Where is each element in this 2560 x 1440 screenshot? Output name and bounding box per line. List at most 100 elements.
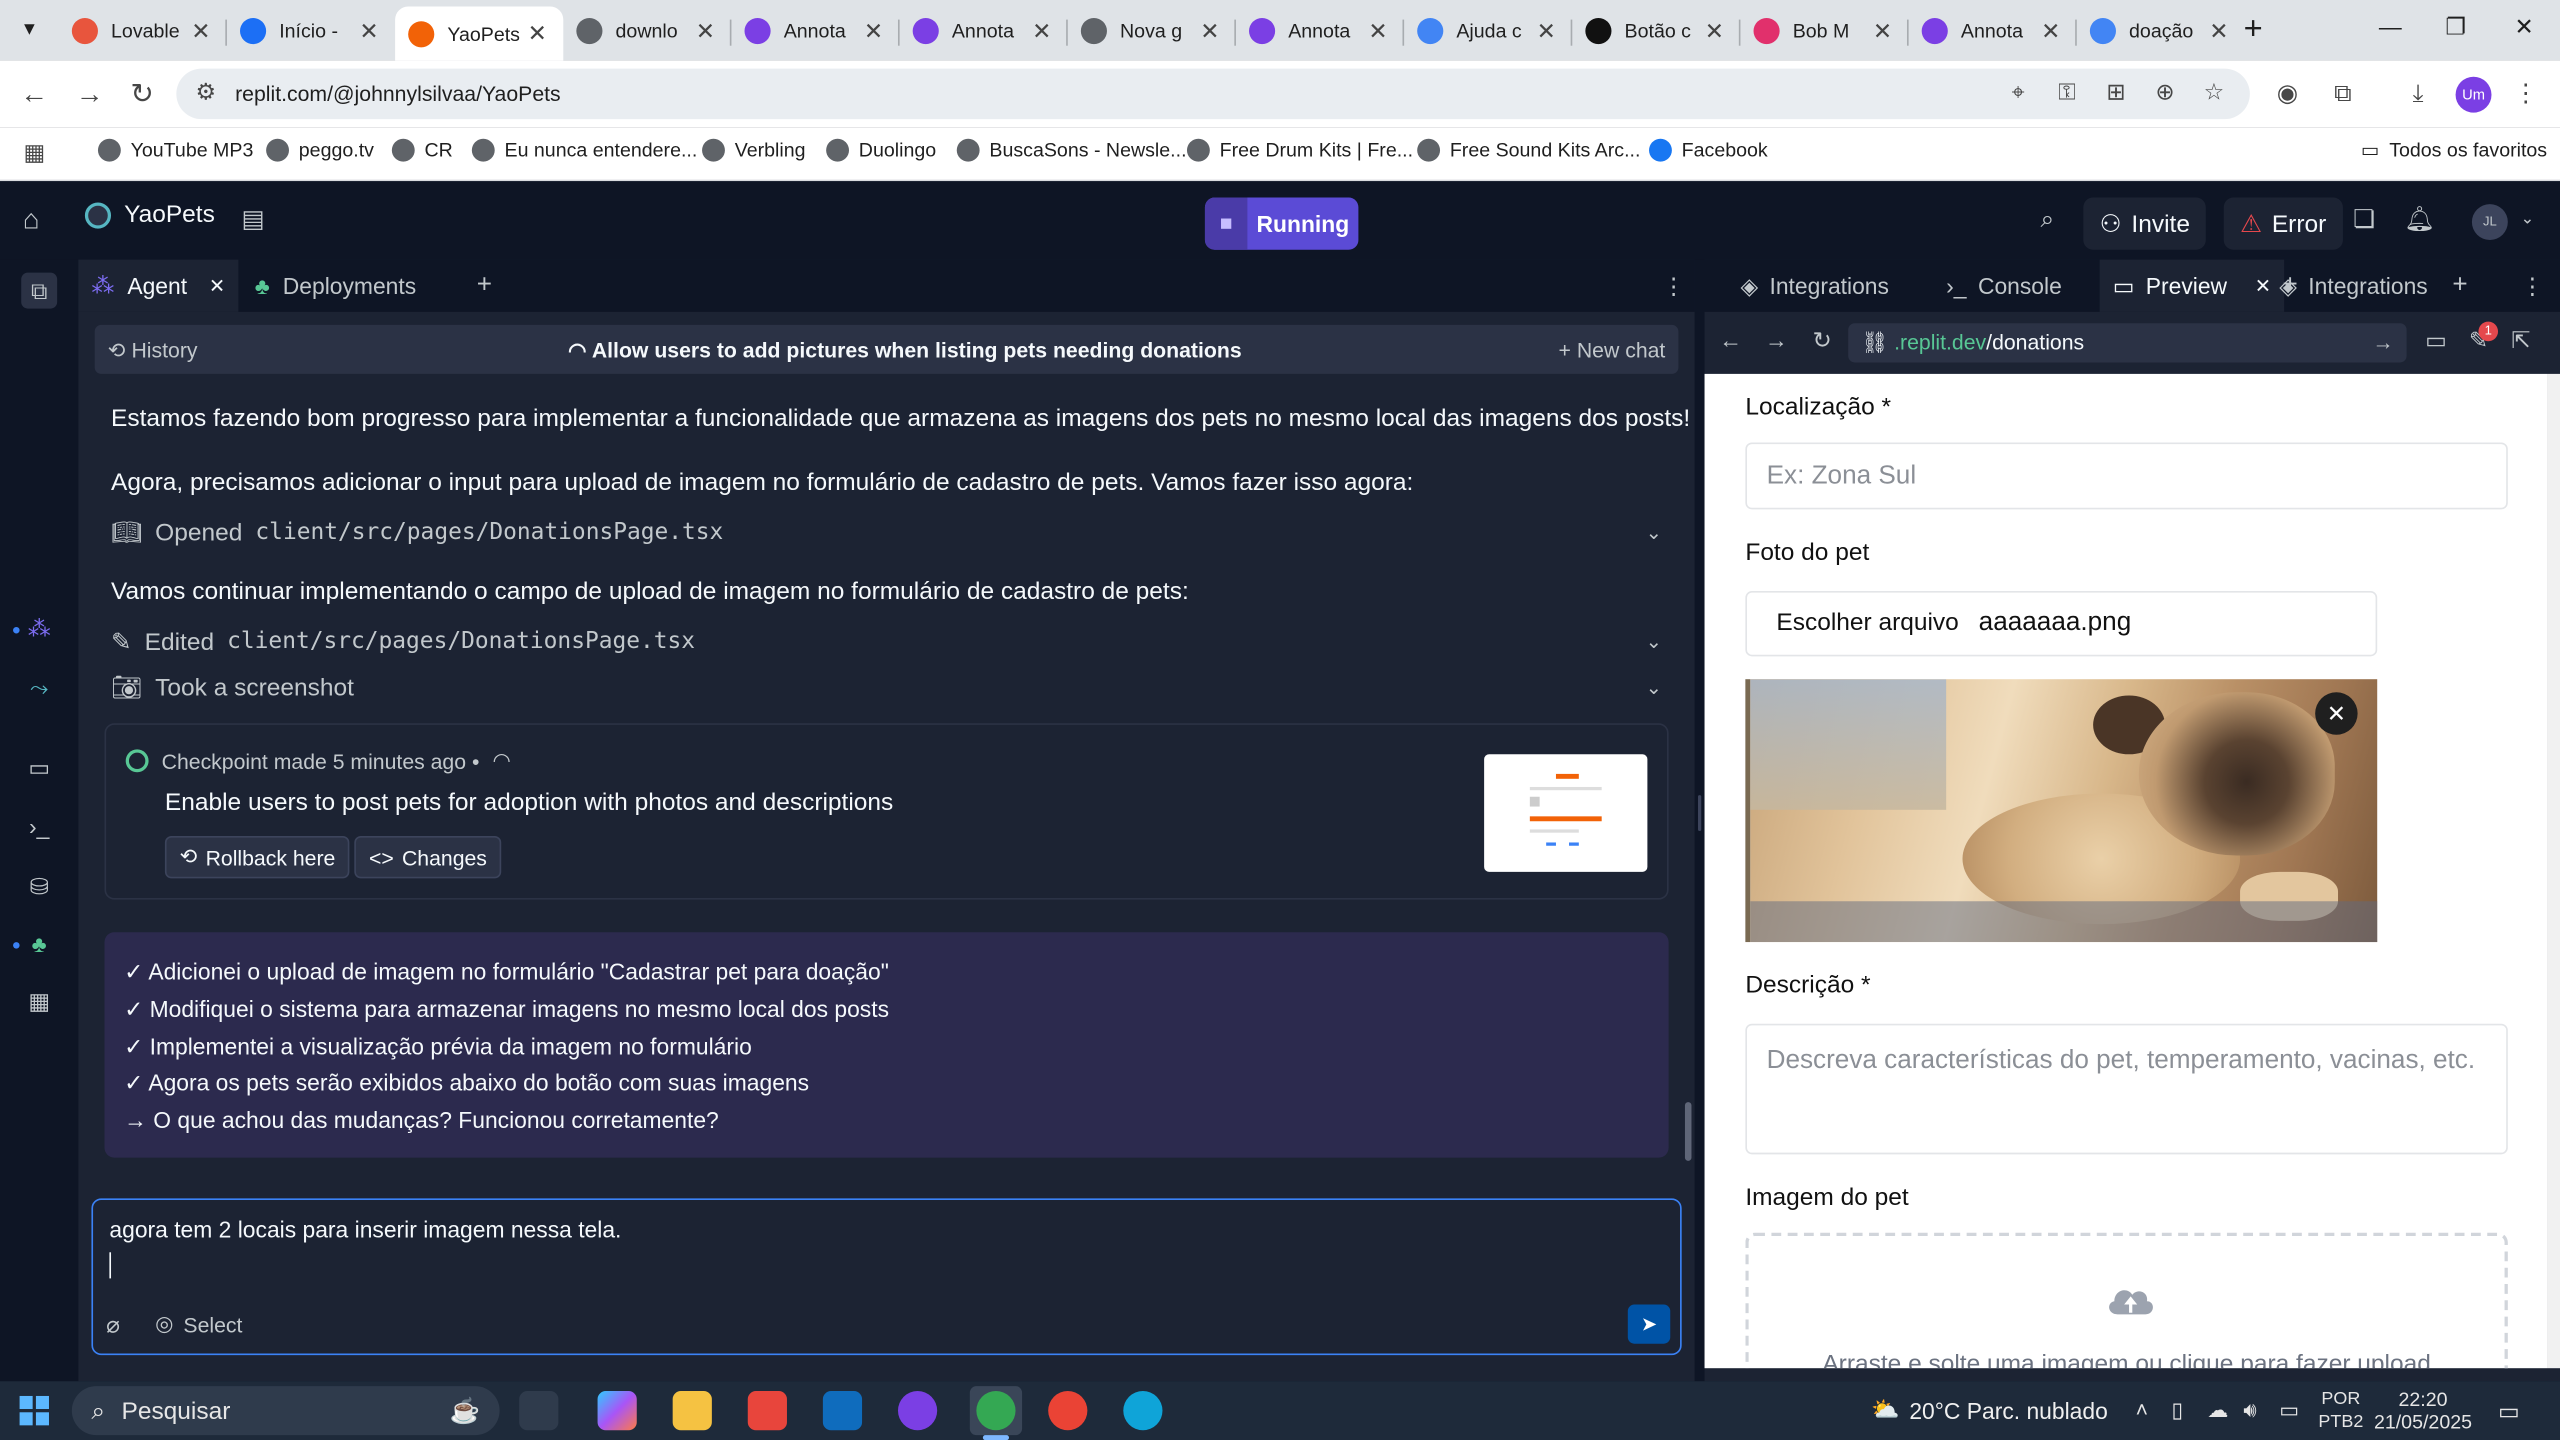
account-chevron-icon[interactable]: ⌄	[2508, 201, 2547, 240]
checkpoint-screenshot-thumbnail[interactable]	[1484, 754, 1648, 872]
extension-color-icon[interactable]: ◉	[2269, 77, 2305, 113]
error-button[interactable]: ⚠ Error	[2223, 197, 2343, 250]
close-tab-icon[interactable]: ✕	[1701, 17, 1727, 45]
tab-preview[interactable]: ▭ Preview ✕	[2099, 259, 2285, 312]
browser-tab[interactable]: Botão c ✕	[1572, 8, 1740, 54]
forward-icon[interactable]: →	[1760, 327, 1793, 353]
location-input[interactable]: Ex: Zona Sul	[1745, 442, 2508, 510]
browser-tab[interactable]: Nova g ✕	[1068, 8, 1236, 54]
invite-button[interactable]: ⚇ Invite	[2083, 197, 2207, 250]
bookmark-item[interactable]: Facebook	[1649, 138, 1768, 162]
chevron-down-icon[interactable]: ⌄	[1646, 630, 1662, 653]
search-icon[interactable]: ⌕	[2028, 201, 2067, 240]
downloads-icon[interactable]: ⤓	[2400, 77, 2436, 113]
bookmark-item[interactable]: Verbling	[702, 138, 806, 162]
run-status-button[interactable]: ■ Running	[1204, 197, 1359, 250]
chat-input[interactable]: agora tem 2 locais para inserir imagem n…	[109, 1216, 621, 1242]
attach-paperclip-icon[interactable]: ⌀	[106, 1311, 120, 1339]
history-button[interactable]: ⟲ History	[108, 338, 198, 364]
chrome-icon[interactable]	[976, 1391, 1016, 1431]
browser-tab[interactable]: Início - ✕	[227, 8, 395, 54]
preview-url-field[interactable]: ⛓ .replit.dev/donations →	[1848, 323, 2407, 363]
notifications-icon[interactable]: ▭	[2498, 1398, 2520, 1426]
bookmark-item[interactable]: CR	[391, 138, 453, 162]
close-tab-icon[interactable]: ✕	[2038, 17, 2064, 45]
changes-button[interactable]: <> Changes	[354, 835, 502, 879]
tab-integrations-2[interactable]: ◈ Integrations	[2266, 260, 2441, 312]
password-key-icon[interactable]: ⚿	[2051, 78, 2084, 106]
add-tab-icon[interactable]: +	[464, 260, 505, 312]
chevron-down-icon[interactable]: ⌄	[1646, 521, 1662, 544]
tab-agent[interactable]: ⁂ Agent ✕	[78, 259, 239, 312]
reload-icon[interactable]: ↻	[124, 77, 160, 113]
photo-file-input[interactable]: Escolher arquivo aaaaaaa.png	[1745, 591, 2378, 657]
opened-file-row[interactable]: 📖︎ Opened client/src/pages/DonationsPage…	[111, 514, 1662, 550]
browser-tab[interactable]: Annota ✕	[731, 8, 899, 54]
reload-icon[interactable]: ↻	[1806, 327, 1839, 355]
zoom-icon[interactable]: ⊕	[2149, 78, 2182, 106]
notifications-bell-icon[interactable]: 🔔︎	[2400, 201, 2439, 240]
extensions-puzzle-icon[interactable]: ⧉	[2325, 77, 2361, 113]
close-tab-icon[interactable]: ✕	[356, 17, 382, 45]
bookmark-star-icon[interactable]: ☆	[2198, 78, 2231, 106]
new-chat-button[interactable]: + New chat	[1559, 338, 1666, 362]
close-tab-icon[interactable]: ✕	[1533, 17, 1559, 45]
image-dropzone[interactable]: Arraste e solte uma imagem ou clique par…	[1745, 1232, 2508, 1369]
file-tree-icon[interactable]: ▤	[233, 201, 272, 240]
windows-start-icon[interactable]	[19, 1395, 49, 1426]
choose-file-button[interactable]: Escolher arquivo	[1776, 609, 1958, 637]
browser-tab[interactable]: Annota ✕	[1236, 8, 1404, 54]
preview-scrollbar[interactable]	[2547, 373, 2560, 1369]
chat-composer[interactable]: agora tem 2 locais para inserir imagem n…	[91, 1198, 1682, 1356]
taskbar-search[interactable]: ⌕ Pesquisar ☕	[71, 1386, 500, 1436]
browser-tab[interactable]: Lovable ✕	[59, 8, 227, 54]
back-icon[interactable]: ←	[16, 77, 52, 113]
home-icon[interactable]: ⌂	[23, 204, 40, 237]
system-clock[interactable]: 22:20 21/05/2025	[2374, 1388, 2472, 1434]
all-tools-icon[interactable]: ▦	[21, 983, 57, 1019]
close-tab-icon[interactable]: ✕	[2206, 17, 2232, 45]
close-window-icon[interactable]: ✕	[2508, 13, 2541, 41]
edited-file-row[interactable]: ✎ Edited client/src/pages/DonationsPage.…	[111, 624, 1662, 660]
close-tab-icon[interactable]: ✕	[1365, 17, 1391, 45]
console-icon[interactable]: ›_	[21, 808, 57, 844]
device-icon[interactable]: ▭	[2420, 327, 2453, 355]
pane-menu-icon[interactable]: ⋮	[1649, 260, 1698, 312]
preview-icon[interactable]: ▭	[21, 749, 57, 785]
user-avatar[interactable]: JL	[2471, 204, 2508, 241]
outlook-icon[interactable]	[822, 1391, 863, 1431]
browser-menu-icon[interactable]: ⋮	[2508, 77, 2544, 113]
all-bookmarks-folder[interactable]: ▭ Todos os favoritos	[2361, 139, 2547, 162]
select-element-button[interactable]: ◎ Select	[155, 1311, 242, 1337]
close-tab-icon[interactable]: ✕	[1197, 17, 1223, 45]
deployments-icon[interactable]: ⤳	[21, 669, 57, 705]
rollback-button[interactable]: ⟲ Rollback here	[164, 835, 351, 879]
tab-search-icon[interactable]: ▼	[13, 13, 46, 46]
bookmark-item[interactable]: Free Sound Kits Arc...	[1417, 138, 1640, 162]
tab-deployments[interactable]: ♣ Deployments	[242, 260, 430, 312]
add-tab-icon[interactable]: +	[2439, 260, 2480, 312]
close-tab-icon[interactable]: ✕	[188, 17, 214, 45]
close-tab-icon[interactable]: ✕	[524, 20, 550, 48]
agent-icon[interactable]: ⁂	[21, 611, 57, 647]
apps-grid-icon[interactable]: ▦	[16, 134, 52, 170]
phone-link-icon[interactable]: ▯	[2171, 1398, 2183, 1424]
bookmark-item[interactable]: peggo.tv	[266, 138, 374, 162]
copilot-icon[interactable]	[597, 1391, 637, 1431]
database-icon[interactable]: ⛁	[21, 869, 57, 905]
location-icon[interactable]: ⌖	[2002, 78, 2035, 106]
browser-tab[interactable]: YaoPets ✕	[395, 6, 564, 61]
input-language[interactable]: POR PTB2	[2318, 1388, 2363, 1434]
address-url[interactable]: replit.com/@johnnylsilvaa/YaoPets	[235, 82, 561, 106]
chrome-icon-2[interactable]	[1048, 1391, 1088, 1431]
forward-icon[interactable]: →	[72, 77, 108, 113]
volume-icon[interactable]: 🔊︎	[2243, 1398, 2256, 1424]
profile-avatar[interactable]: Um	[2455, 76, 2492, 113]
open-new-window-icon[interactable]: ⇱	[2505, 327, 2538, 355]
network-icon[interactable]: ▭	[2279, 1398, 2299, 1424]
screenshot-row[interactable]: 📷︎ Took a screenshot ⌄	[111, 669, 1662, 705]
close-tab-icon[interactable]: ✕	[1869, 17, 1895, 45]
tab-console[interactable]: ›_ Console	[1933, 260, 2075, 312]
onedrive-icon[interactable]: ☁	[2207, 1398, 2228, 1424]
browser-tab[interactable]: doação ✕	[2077, 8, 2245, 54]
